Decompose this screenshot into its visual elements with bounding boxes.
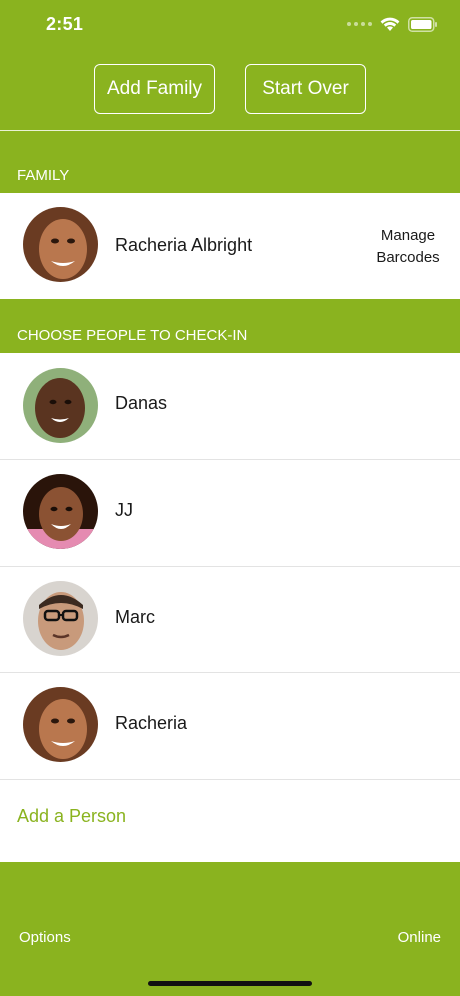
add-person-button[interactable]: Add a Person xyxy=(17,806,126,827)
list-item[interactable]: Danas xyxy=(0,353,460,460)
family-name: Racheria Albright xyxy=(115,235,253,255)
avatar xyxy=(23,368,98,443)
avatar xyxy=(23,474,98,549)
status-icons xyxy=(347,16,438,32)
list-item[interactable]: Racheria xyxy=(0,673,460,780)
list-item[interactable]: Marc xyxy=(0,567,460,673)
manage-barcodes-line1: Manage xyxy=(380,227,436,244)
family-row[interactable]: Racheria Albright Manage Barcodes xyxy=(0,193,460,299)
home-indicator xyxy=(148,981,312,986)
list-item[interactable]: JJ xyxy=(0,460,460,567)
checkin-section-header: CHOOSE PEOPLE TO CHECK-IN xyxy=(0,299,460,353)
avatar xyxy=(23,207,98,282)
family-section-header: FAMILY xyxy=(0,131,460,193)
header-bar: 2:51 Add Family Start Over xyxy=(0,0,460,132)
add-family-button[interactable]: Add Family xyxy=(94,64,215,114)
checkin-section-title: CHOOSE PEOPLE TO CHECK-IN xyxy=(17,327,248,344)
battery-icon xyxy=(408,16,437,32)
cellular-signal-icon xyxy=(347,22,372,26)
avatar xyxy=(23,687,98,762)
person-name: Danas xyxy=(115,393,168,413)
status-time: 2:51 xyxy=(46,14,84,34)
family-section-title: FAMILY xyxy=(17,167,70,184)
start-over-button[interactable]: Start Over xyxy=(245,64,366,114)
manage-barcodes-line2: Barcodes xyxy=(376,249,440,266)
person-name: JJ xyxy=(115,500,133,520)
manage-barcodes-link[interactable]: Manage Barcodes xyxy=(368,225,448,269)
wifi-icon xyxy=(380,17,400,31)
person-name: Marc xyxy=(115,607,155,627)
person-name: Racheria xyxy=(115,713,188,733)
online-status: Online xyxy=(397,929,441,946)
options-button[interactable]: Options xyxy=(19,929,71,946)
avatar xyxy=(23,581,98,656)
